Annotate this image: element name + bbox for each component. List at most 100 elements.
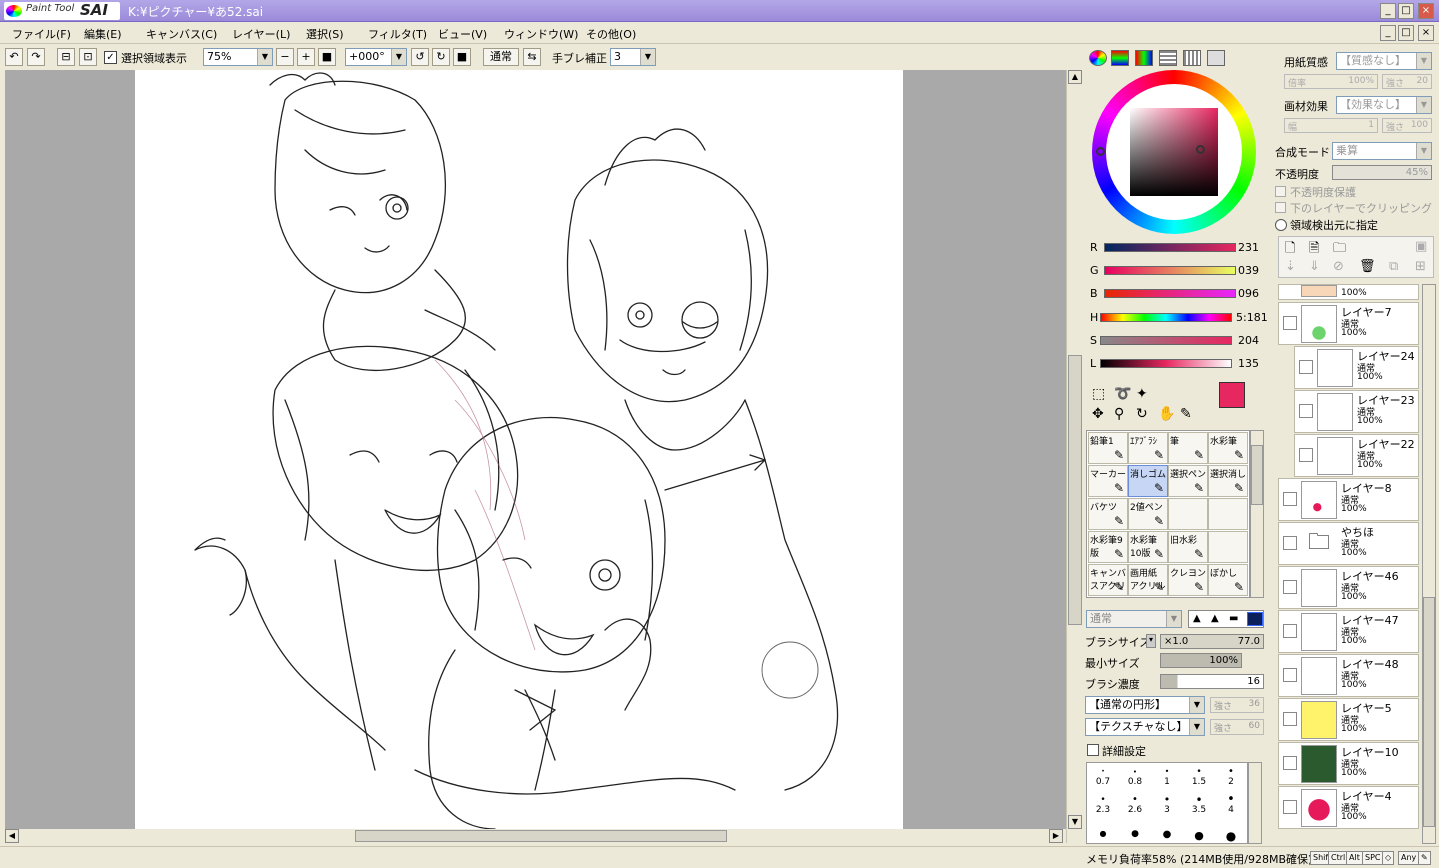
protect-opacity-checkbox[interactable]	[1275, 186, 1286, 197]
paper-scale-field[interactable]: 倍率 100%	[1284, 74, 1378, 89]
size-dot-icon[interactable]: ●	[1087, 829, 1119, 838]
solid-shape-icon[interactable]	[1247, 612, 1263, 626]
rotate-left-icon[interactable]: ↺	[411, 48, 429, 66]
menu-filter[interactable]: フィルタ(T)	[368, 26, 427, 42]
doc-maximize-button[interactable]: □	[1398, 25, 1414, 41]
slider-b[interactable]: B 096	[1084, 286, 1266, 302]
paper-texture-select[interactable]: 【質感なし】 ▼	[1336, 52, 1432, 70]
brush-density-bar[interactable]: 16	[1160, 674, 1264, 689]
mixer-tab-icon[interactable]	[1159, 50, 1177, 66]
invert-selection-icon[interactable]: ⊡	[79, 48, 97, 66]
hue-marker[interactable]	[1096, 147, 1105, 156]
layer-visibility-checkbox[interactable]	[1283, 536, 1297, 550]
layer-visibility-checkbox[interactable]	[1283, 316, 1297, 330]
clear-layer-icon[interactable]: ⊘	[1333, 259, 1344, 274]
brush-cell[interactable]: ぼかし ✎	[1208, 564, 1248, 596]
merge-visible-icon[interactable]: ⧉	[1389, 259, 1398, 274]
layer-item[interactable]: レイヤー24 通常 100%	[1294, 346, 1419, 389]
effect-select[interactable]: 【効果なし】 ▼	[1336, 96, 1432, 114]
primary-color-swatch[interactable]	[1219, 382, 1245, 408]
l-bar[interactable]	[1100, 359, 1232, 368]
blend-mode-select[interactable]: 通常 ▼	[1086, 610, 1182, 628]
soft-shape-icon[interactable]: ▲	[1211, 613, 1219, 624]
scroll-down-icon[interactable]: ▼	[1068, 815, 1082, 829]
new-layer-icon[interactable]: 🗋	[1285, 239, 1295, 261]
size-preset[interactable]: • 1	[1151, 767, 1183, 793]
scroll-up-icon[interactable]: ▲	[1068, 70, 1082, 84]
hsv-slider-tab-icon[interactable]	[1135, 50, 1153, 66]
size-dot-icon[interactable]: ●	[1183, 829, 1215, 842]
swatch-tab-icon[interactable]	[1183, 50, 1201, 66]
layer-visibility-checkbox[interactable]	[1283, 756, 1297, 770]
brush-cell[interactable]	[1208, 498, 1248, 530]
sv-marker[interactable]	[1196, 145, 1205, 154]
size-presets-scrollbar[interactable]	[1248, 762, 1262, 844]
brush-cell[interactable]: 水彩筆10版 ✎	[1128, 531, 1168, 563]
brush-cell[interactable]: 画用紙アクリル ✎	[1128, 564, 1168, 596]
magic-wand-icon[interactable]: ✦	[1136, 386, 1148, 402]
brush-cell[interactable]: ｴｱﾌﾞﾗｼ ✎	[1128, 432, 1168, 464]
doc-minimize-button[interactable]: _	[1380, 25, 1396, 41]
zoom-in-button[interactable]: +	[297, 48, 315, 66]
layer-item[interactable]: レイヤー7 通常 100%	[1278, 302, 1419, 345]
size-preset[interactable]: • 3	[1151, 794, 1183, 821]
stabilizer-select[interactable]: 3 ▼	[610, 48, 656, 66]
brush-cell[interactable]: 水彩筆9版 ✎	[1088, 531, 1128, 563]
g-bar[interactable]	[1104, 266, 1236, 275]
flatten-icon[interactable]: ⊞	[1415, 259, 1426, 274]
brush-grid-scroll-thumb[interactable]	[1251, 445, 1263, 505]
layer-item[interactable]: レイヤー8 通常 100%	[1278, 478, 1419, 521]
delete-layer-icon[interactable]: 🗑	[1359, 259, 1376, 274]
layer-item[interactable]: レイヤー48 通常 100%	[1278, 654, 1419, 697]
brush-cell[interactable]: 水彩筆 ✎	[1208, 432, 1248, 464]
layer-item[interactable]: レイヤー10 通常 100%	[1278, 742, 1419, 785]
apply-icon[interactable]: ▣	[1415, 239, 1427, 254]
zoom-select[interactable]: 75% ▼	[203, 48, 273, 66]
layer-item[interactable]: レイヤー23 通常 100%	[1294, 390, 1419, 433]
size-preset[interactable]: • 0.7	[1087, 767, 1119, 793]
canvas-paper[interactable]	[135, 70, 903, 829]
hard-shape-icon[interactable]: ▲	[1193, 613, 1201, 624]
rgb-slider-tab-icon[interactable]	[1111, 50, 1129, 66]
r-bar[interactable]	[1104, 243, 1236, 252]
rotation-select[interactable]: +000° ▼	[345, 48, 407, 66]
rotate-icon[interactable]: ↻	[1136, 406, 1148, 422]
s-bar[interactable]	[1100, 336, 1232, 345]
zoom-icon[interactable]: ⚲	[1114, 406, 1124, 422]
source-radio[interactable]	[1275, 219, 1287, 231]
layer-scroll-thumb[interactable]	[1423, 597, 1435, 827]
new-folder-icon[interactable]: 🗀	[1333, 239, 1346, 261]
rotate-right-icon[interactable]: ↻	[432, 48, 450, 66]
color-wheel-tab-icon[interactable]	[1089, 50, 1107, 66]
layer-visibility-checkbox[interactable]	[1299, 360, 1313, 374]
layer-item[interactable]: レイヤー4 通常 100%	[1278, 786, 1419, 829]
zoom-out-button[interactable]: −	[276, 48, 294, 66]
menu-canvas[interactable]: キャンバス(C)	[146, 26, 217, 42]
size-preset[interactable]: • 2.6	[1119, 795, 1151, 821]
slider-l[interactable]: L 135	[1084, 356, 1266, 372]
layer-visibility-checkbox[interactable]	[1283, 492, 1297, 506]
rotate-reset-button[interactable]: ■	[453, 48, 471, 66]
size-preset[interactable]: • 2.3	[1087, 795, 1119, 821]
h-bar[interactable]	[1100, 313, 1232, 322]
brush-cell[interactable]: キャンバスアクリル✎	[1088, 564, 1128, 596]
layer-visibility-checkbox[interactable]	[1283, 668, 1297, 682]
transfer-down-icon[interactable]: ⇣	[1285, 259, 1296, 274]
size-preset[interactable]: • 1.5	[1183, 767, 1215, 793]
new-linework-layer-icon[interactable]: 🗎	[1309, 239, 1319, 261]
rect-select-icon[interactable]: ⬚	[1092, 386, 1105, 402]
brush-cell[interactable]: 選択消し ✎	[1208, 465, 1248, 497]
slider-h[interactable]: H 5:181	[1084, 310, 1268, 326]
size-dot-icon[interactable]: ●	[1215, 829, 1247, 843]
slider-r[interactable]: R 231	[1084, 240, 1266, 256]
close-button[interactable]: ×	[1418, 3, 1434, 19]
min-size-bar[interactable]: 100%	[1160, 653, 1242, 668]
minimize-button[interactable]: _	[1380, 3, 1396, 19]
layer-visibility-checkbox[interactable]	[1299, 404, 1313, 418]
redo-icon[interactable]: ↷	[27, 48, 45, 66]
layer-item[interactable]: 🗀 やちほ 通常 100%	[1278, 522, 1419, 565]
scroll-left-icon[interactable]: ◀	[5, 829, 19, 843]
layer-opacity-bar[interactable]: 45%	[1332, 165, 1432, 180]
menu-layer[interactable]: レイヤー(L)	[232, 26, 290, 42]
layer-visibility-checkbox[interactable]	[1299, 448, 1313, 462]
